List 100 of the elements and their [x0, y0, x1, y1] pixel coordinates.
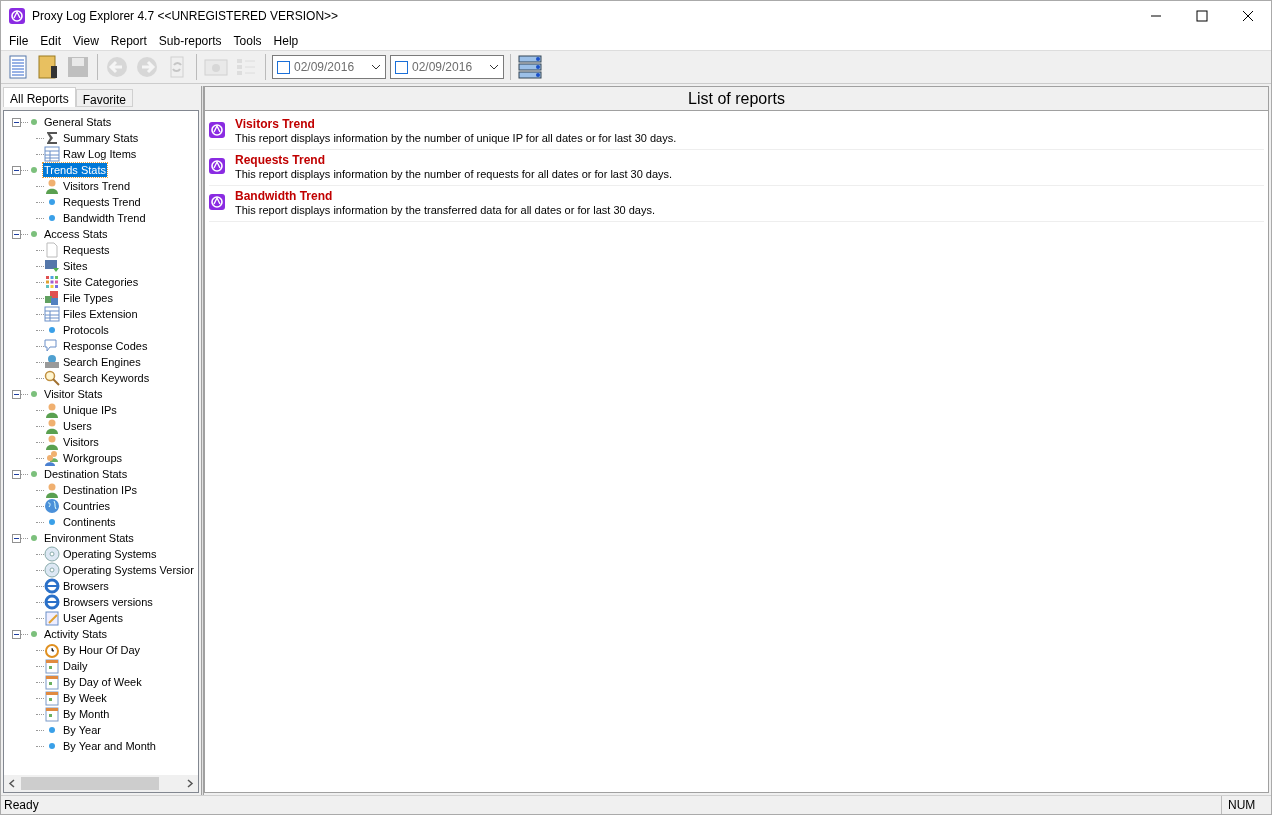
tree-group[interactable]: Access Stats [43, 227, 109, 241]
dot-icon [31, 471, 37, 477]
date-picker[interactable]: 02/09/2016 [272, 55, 386, 79]
monitor-icon [44, 258, 60, 274]
calendar-icon [44, 706, 60, 722]
tree-group[interactable]: Activity Stats [43, 627, 108, 641]
tree-item[interactable]: Countries [63, 497, 111, 515]
columns-check-icon[interactable] [517, 54, 543, 80]
tree-item[interactable]: Requests Trend [63, 193, 141, 211]
calendar-icon [44, 690, 60, 706]
report-icon [209, 122, 225, 138]
tree-item[interactable]: Sites [63, 257, 88, 275]
sigma-icon [44, 130, 60, 146]
date-picker[interactable]: 02/09/2016 [390, 55, 504, 79]
tree-item[interactable]: Visitors [63, 433, 99, 451]
tree-item[interactable]: By Day of Week [63, 673, 142, 691]
tree-group[interactable]: Environment Stats [43, 531, 135, 545]
chevron-down-icon[interactable] [489, 64, 499, 70]
speech-bubble-icon [44, 338, 60, 354]
people-icon [44, 450, 60, 466]
tree-item[interactable]: Users [63, 417, 92, 435]
tree-item[interactable]: Summary Stats [63, 129, 139, 147]
person-icon [44, 418, 60, 434]
panel-header: List of reports [205, 87, 1268, 111]
dot-icon [31, 119, 37, 125]
tree-item[interactable]: Browsers versions [63, 593, 153, 611]
dot-icon [31, 391, 37, 397]
tree-item[interactable]: By Hour Of Day [63, 641, 141, 659]
report-link[interactable]: Requests Trend [235, 154, 673, 167]
tree-item[interactable]: Workgroups [63, 449, 123, 467]
menu-item[interactable]: Report [104, 31, 153, 50]
tree-item[interactable]: By Month [63, 705, 110, 723]
menu-item[interactable]: Sub-reports [152, 31, 228, 50]
tree-item[interactable]: Operating Systems [63, 545, 157, 563]
globe-icon [44, 498, 60, 514]
menu-item[interactable]: File [3, 31, 35, 50]
tree-item[interactable]: Raw Log Items [63, 145, 137, 163]
dot-icon [49, 199, 55, 205]
tree-group[interactable]: Trends Stats [43, 163, 107, 177]
tree-item[interactable]: Requests [63, 241, 110, 259]
chevron-down-icon[interactable] [371, 64, 381, 70]
tree-item[interactable]: Destination IPs [63, 481, 137, 499]
status-text: Ready [3, 797, 40, 814]
report-icon [209, 194, 225, 210]
tree-item[interactable]: By Week [63, 689, 107, 707]
report-icon [209, 158, 225, 174]
menu-item[interactable]: Edit [34, 31, 68, 50]
date-checkbox[interactable] [277, 60, 290, 74]
collapse-toggle[interactable] [12, 629, 21, 639]
person-icon [44, 482, 60, 498]
collapse-toggle[interactable] [12, 469, 21, 479]
report-link[interactable]: Bandwidth Trend [235, 190, 656, 203]
tree-item[interactable]: Protocols [63, 321, 109, 339]
tree-item[interactable]: Response Codes [63, 337, 148, 355]
app-logo-icon [9, 8, 25, 24]
tree-item[interactable]: Files Extension [63, 305, 138, 323]
report-description: This report displays information by the transferred data for all dates or for last 30 days. [235, 203, 656, 217]
num-lock-indicator: NUM [1221, 796, 1271, 814]
tab[interactable]: All Reports [3, 87, 76, 107]
tree-item[interactable]: File Types [63, 289, 113, 307]
dot-icon [49, 727, 55, 733]
tab[interactable]: Favorite [75, 89, 134, 107]
person-icon [44, 178, 60, 194]
tree-item[interactable]: User Agents [63, 609, 123, 627]
report-link[interactable]: Visitors Trend [235, 118, 677, 131]
tree-item[interactable]: Search Engines [63, 353, 141, 371]
magnifier-icon [44, 370, 60, 386]
collapse-toggle[interactable] [12, 533, 21, 543]
tree-group[interactable]: Visitor Stats [43, 387, 104, 401]
dot-icon [49, 327, 55, 333]
grid-icon [44, 274, 60, 290]
tree-item[interactable]: By Year and Month [63, 737, 156, 755]
tree-item[interactable]: Site Categories [63, 273, 139, 291]
tree-item[interactable]: Operating Systems Versior [63, 561, 194, 579]
date-checkbox[interactable] [395, 60, 408, 74]
table-icon [44, 146, 60, 162]
calendar-icon [44, 658, 60, 674]
tree-item[interactable]: By Year [63, 721, 101, 739]
tree-item[interactable]: Unique IPs [63, 401, 117, 419]
tree-item[interactable]: Daily [63, 657, 88, 675]
scrollbar-thumb[interactable] [21, 777, 159, 790]
tree-item[interactable]: Continents [63, 513, 116, 531]
window-title: Proxy Log Explorer 4.7 <<UNREGISTERED VERSION>> [32, 8, 339, 25]
tree-group[interactable]: Destination Stats [43, 467, 129, 481]
horizontal-scrollbar[interactable] [4, 775, 198, 792]
menu-item[interactable]: Help [267, 31, 305, 50]
dot-icon [31, 231, 37, 237]
collapse-toggle[interactable] [12, 229, 21, 239]
menu-item[interactable]: Tools [227, 31, 268, 50]
collapse-toggle[interactable] [12, 389, 21, 399]
collapse-toggle[interactable] [12, 117, 21, 127]
tree-item[interactable]: Search Keywords [63, 369, 150, 387]
tree-item[interactable]: Bandwidth Trend [63, 209, 146, 227]
tree-item[interactable]: Visitors Trend [63, 177, 131, 195]
tree-group[interactable]: General Stats [43, 115, 113, 129]
tree-item[interactable]: Browsers [63, 577, 109, 595]
dot-icon [31, 167, 37, 173]
page-icon [44, 242, 60, 258]
collapse-toggle[interactable] [12, 165, 21, 175]
menu-item[interactable]: View [67, 31, 105, 50]
